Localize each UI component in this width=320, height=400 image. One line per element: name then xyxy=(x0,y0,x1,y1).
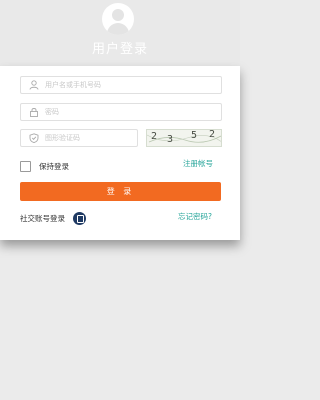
qq-icon[interactable] xyxy=(73,211,86,225)
page-title: 用户登录 xyxy=(91,42,148,57)
lock-icon xyxy=(30,108,38,117)
header: 用户登录 xyxy=(0,0,240,66)
forgot-password-link[interactable]: 忘记密码? xyxy=(178,211,212,222)
username-input[interactable] xyxy=(45,77,217,93)
avatar-shoulders xyxy=(107,23,129,35)
register-link[interactable]: 注册帐号 xyxy=(183,158,213,169)
remember-checkbox[interactable] xyxy=(20,160,31,172)
remember-label: 保持登录 xyxy=(39,161,69,171)
username-field[interactable] xyxy=(20,76,222,94)
remember-login[interactable]: 保持登录 xyxy=(20,160,69,172)
captcha-input[interactable] xyxy=(45,130,133,146)
social-login: 社交账号登录 xyxy=(20,211,86,225)
login-button[interactable]: 登 录 xyxy=(20,182,221,201)
captcha-image[interactable]: 2 3 5 2 xyxy=(146,129,222,147)
password-input[interactable] xyxy=(45,104,217,120)
user-avatar-icon xyxy=(102,3,134,35)
captcha-char: 5 xyxy=(191,130,198,141)
shield-icon xyxy=(29,133,39,143)
captcha-field[interactable] xyxy=(20,129,138,147)
captcha-char: 3 xyxy=(167,134,174,145)
avatar-head xyxy=(112,9,124,21)
password-field[interactable] xyxy=(20,103,222,121)
captcha-char: 2 xyxy=(209,129,216,140)
captcha-char: 2 xyxy=(151,131,158,142)
social-login-label: 社交账号登录 xyxy=(20,213,65,223)
user-icon xyxy=(29,80,39,90)
